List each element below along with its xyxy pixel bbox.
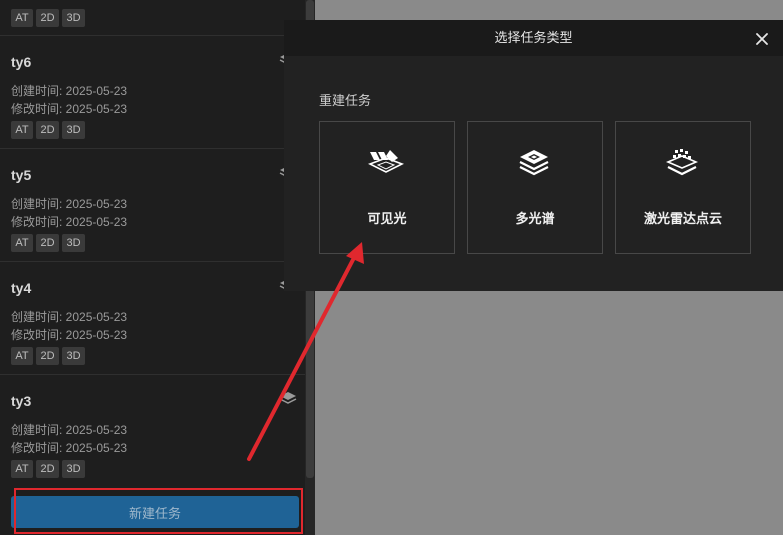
task-name: ty6: [11, 54, 32, 70]
task-type-options: 可见光 多光谱 激光雷达点云: [319, 121, 751, 254]
close-icon[interactable]: [754, 31, 770, 47]
tag-at[interactable]: AT: [11, 347, 33, 365]
tag-3d[interactable]: 3D: [62, 234, 85, 252]
created-time: 创建时间: 2025-05-23: [11, 84, 128, 98]
tag-2d[interactable]: 2D: [36, 234, 59, 252]
option-visible-light[interactable]: 可见光: [319, 121, 455, 254]
option-label: 可见光: [367, 211, 407, 226]
annotation-highlight-box: [14, 488, 303, 534]
visible-light-icon: [368, 150, 404, 173]
task-name: ty4: [11, 280, 32, 296]
modified-time: 修改时间: 2025-05-23: [11, 215, 128, 229]
option-lidar-pointcloud[interactable]: 激光雷达点云: [615, 121, 751, 254]
tag-3d[interactable]: 3D: [62, 347, 85, 365]
modified-time: 修改时间: 2025-05-23: [11, 441, 128, 455]
tag-2d[interactable]: 2D: [36, 460, 59, 478]
dialog-header: 选择任务类型: [284, 20, 783, 56]
task-tags: AT 2D 3D: [11, 234, 85, 252]
task-sidebar: AT 2D 3D ty6 创建时间: 2025-05-23 修改时间: 2025…: [0, 0, 305, 535]
created-time: 创建时间: 2025-05-23: [11, 197, 128, 211]
task-item-partial[interactable]: AT 2D 3D: [0, 0, 305, 36]
task-item[interactable]: ty3 创建时间: 2025-05-23 修改时间: 2025-05-23 AT…: [0, 375, 305, 480]
task-tags: AT 2D 3D: [11, 9, 85, 27]
multispectral-icon: [519, 150, 549, 176]
task-item[interactable]: ty6 创建时间: 2025-05-23 修改时间: 2025-05-23 AT…: [0, 36, 305, 149]
task-item[interactable]: ty4 创建时间: 2025-05-23 修改时间: 2025-05-23 AT…: [0, 262, 305, 375]
task-list: AT 2D 3D ty6 创建时间: 2025-05-23 修改时间: 2025…: [0, 0, 305, 480]
modified-time: 修改时间: 2025-05-23: [11, 102, 128, 116]
dialog-title: 选择任务类型: [494, 30, 573, 45]
tag-3d[interactable]: 3D: [62, 121, 85, 139]
tag-2d[interactable]: 2D: [36, 9, 59, 27]
layers-icon[interactable]: [279, 391, 297, 405]
created-time: 创建时间: 2025-05-23: [11, 423, 128, 437]
task-tags: AT 2D 3D: [11, 347, 85, 365]
created-time: 创建时间: 2025-05-23: [11, 310, 128, 324]
modified-time: 修改时间: 2025-05-23: [11, 328, 128, 342]
tag-at[interactable]: AT: [11, 9, 33, 27]
tag-3d[interactable]: 3D: [62, 9, 85, 27]
option-label: 激光雷达点云: [643, 211, 722, 226]
tag-3d[interactable]: 3D: [62, 460, 85, 478]
option-multispectral[interactable]: 多光谱: [467, 121, 603, 254]
section-label: 重建任务: [319, 93, 372, 108]
task-item[interactable]: ty5 创建时间: 2025-05-23 修改时间: 2025-05-23 AT…: [0, 149, 305, 262]
tag-at[interactable]: AT: [11, 121, 33, 139]
task-name: ty3: [11, 393, 32, 409]
tag-at[interactable]: AT: [11, 460, 33, 478]
option-label: 多光谱: [515, 211, 555, 226]
tag-2d[interactable]: 2D: [36, 121, 59, 139]
select-task-type-dialog: 选择任务类型 重建任务 可见光 多光谱 激光雷达点云: [284, 20, 783, 291]
tag-2d[interactable]: 2D: [36, 347, 59, 365]
task-name: ty5: [11, 167, 32, 183]
tag-at[interactable]: AT: [11, 234, 33, 252]
task-tags: AT 2D 3D: [11, 460, 85, 478]
lidar-pointcloud-icon: [665, 149, 699, 176]
task-tags: AT 2D 3D: [11, 121, 85, 139]
